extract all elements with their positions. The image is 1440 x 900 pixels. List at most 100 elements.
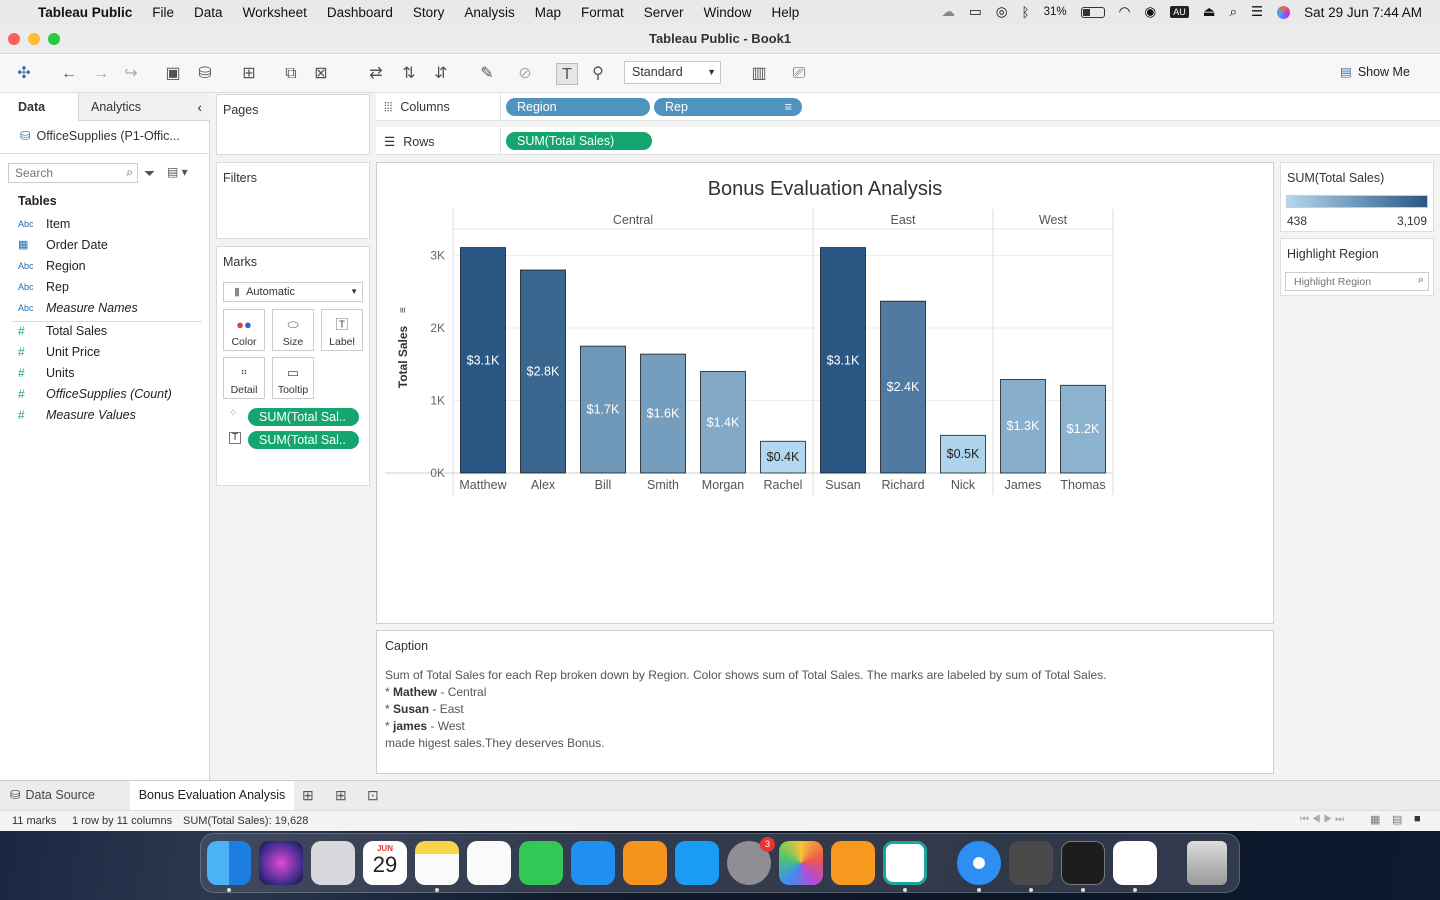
- new-datasource-icon[interactable]: ⛁: [194, 63, 216, 85]
- menu-worksheet[interactable]: Worksheet: [233, 5, 317, 20]
- new-worksheet-icon[interactable]: ⊞: [238, 63, 260, 85]
- control-center-icon[interactable]: ☰: [1251, 4, 1263, 20]
- sort-descending-icon[interactable]: ⇵: [430, 63, 452, 85]
- books-icon[interactable]: [623, 841, 667, 885]
- notes-icon[interactable]: [415, 841, 459, 885]
- spotlight-search-icon[interactable]: ⌕: [1229, 4, 1237, 20]
- menu-window[interactable]: Window: [694, 5, 762, 20]
- highlight-icon[interactable]: ✎: [476, 63, 498, 85]
- sum-total-sales-pill[interactable]: SUM(Total Sales): [506, 132, 652, 150]
- battery-percent[interactable]: 31%: [1044, 6, 1067, 18]
- clear-sheet-icon[interactable]: ⊠: [310, 63, 332, 85]
- vscode-icon[interactable]: [883, 841, 927, 885]
- wifi-icon[interactable]: ◠: [1119, 4, 1131, 20]
- tab-bonus-evaluation[interactable]: Bonus Evaluation Analysis: [130, 781, 294, 810]
- region-pill[interactable]: Region: [506, 98, 650, 116]
- system-settings-icon[interactable]: 3: [727, 837, 775, 885]
- filters-card[interactable]: Filters: [216, 162, 370, 239]
- sublime-text-icon[interactable]: [1009, 841, 1053, 885]
- label-button[interactable]: 🅃 Label: [321, 309, 363, 351]
- mark-type-select[interactable]: ▮ Automatic ▼: [223, 282, 363, 302]
- sort-ascending-icon[interactable]: ⇅: [398, 63, 420, 85]
- field-unit-price[interactable]: # Unit Price: [18, 342, 100, 362]
- sheet-nav-icon[interactable]: ⏮ ◀ ▶ ⏭: [1300, 814, 1344, 825]
- sheet-sorter-icon[interactable]: ▦: [1370, 813, 1380, 826]
- field-measure-names[interactable]: Abc Measure Names: [18, 298, 138, 318]
- save-icon[interactable]: ▣: [162, 63, 184, 85]
- tableau-icon[interactable]: [1113, 841, 1157, 885]
- app-store-icon[interactable]: [675, 841, 719, 885]
- menu-format[interactable]: Format: [571, 5, 634, 20]
- tab-analytics[interactable]: Analytics ‹: [78, 93, 210, 121]
- field-order-date[interactable]: ▦ Order Date: [18, 235, 108, 255]
- field-units[interactable]: # Units: [18, 363, 74, 383]
- launchpad-icon[interactable]: [311, 841, 355, 885]
- undo-icon[interactable]: ←: [58, 63, 80, 85]
- search-box[interactable]: ⌕: [8, 163, 138, 183]
- search-input[interactable]: [9, 164, 117, 182]
- menu-help[interactable]: Help: [762, 5, 810, 20]
- photos-icon[interactable]: [779, 841, 823, 885]
- menu-map[interactable]: Map: [525, 5, 571, 20]
- new-dashboard-icon[interactable]: ⊞: [335, 787, 347, 804]
- highlight-select[interactable]: ⌕: [1285, 272, 1429, 291]
- finder-icon[interactable]: [207, 841, 251, 885]
- color-legend[interactable]: SUM(Total Sales) 438 3,109: [1280, 162, 1434, 232]
- tabs-view-icon[interactable]: ■: [1414, 813, 1421, 825]
- new-worksheet-icon[interactable]: ⊞: [302, 787, 314, 804]
- field-rep[interactable]: Abc Rep: [18, 277, 69, 297]
- group-members-icon[interactable]: ⊘: [514, 63, 536, 85]
- menu-story[interactable]: Story: [403, 5, 455, 20]
- show-me-button[interactable]: ▤ Show Me: [1340, 64, 1410, 79]
- menu-analysis[interactable]: Analysis: [454, 5, 524, 20]
- label-pill[interactable]: SUM(Total Sal..: [248, 431, 359, 449]
- fix-axes-icon[interactable]: ⚲: [587, 63, 609, 85]
- tooltip-button[interactable]: ▭ Tooltip: [272, 357, 314, 399]
- datasource-item[interactable]: ⛁ OfficeSupplies (P1-Offic...: [20, 128, 180, 143]
- reminders-icon[interactable]: [467, 841, 511, 885]
- menu-app-name[interactable]: Tableau Public: [28, 5, 142, 20]
- calendar-icon[interactable]: JUN 29: [363, 841, 407, 885]
- field-total-sales[interactable]: # Total Sales: [18, 321, 107, 341]
- fit-select[interactable]: Standard ▼: [624, 61, 721, 84]
- field-region[interactable]: Abc Region: [18, 256, 86, 276]
- filter-fields-icon[interactable]: ⏷: [144, 165, 155, 182]
- detail-button[interactable]: ⠶ Detail: [223, 357, 265, 399]
- new-story-icon[interactable]: ⊡: [367, 787, 379, 804]
- redo-icon[interactable]: →: [90, 63, 112, 85]
- messages-icon[interactable]: [519, 841, 563, 885]
- keynote-icon[interactable]: [571, 841, 615, 885]
- airdrop-icon[interactable]: ◎: [996, 4, 1008, 20]
- bluetooth-icon[interactable]: ᛒ: [1022, 5, 1030, 20]
- rep-pill[interactable]: Rep ≡: [654, 98, 802, 116]
- replay-icon[interactable]: ↪: [120, 63, 142, 85]
- minimize-window-button[interactable]: [28, 33, 40, 45]
- menu-dashboard[interactable]: Dashboard: [317, 5, 403, 20]
- field-count[interactable]: # OfficeSupplies (Count): [18, 384, 172, 404]
- columns-shelf[interactable]: ⦙⦙⦙ Columns Region Rep ≡: [376, 93, 1440, 121]
- tab-data-source[interactable]: ⛁ Data Source: [0, 781, 130, 810]
- color-pill[interactable]: SUM(Total Sal..: [248, 408, 359, 426]
- bar-chart[interactable]: Bonus Evaluation Analysis 0K 1K 2K 3K Total …: [377, 163, 1273, 623]
- rows-shelf[interactable]: ☰ Rows SUM(Total Sales): [376, 127, 1440, 155]
- safari-icon[interactable]: [957, 841, 1001, 885]
- siri-dock-icon[interactable]: [259, 841, 303, 885]
- eject-icon[interactable]: ⏏: [1203, 4, 1216, 20]
- presentation-mode-icon[interactable]: ⎚: [788, 63, 810, 85]
- screen-mirror-icon[interactable]: ▭: [969, 4, 982, 20]
- show-cards-icon[interactable]: ▥: [748, 63, 770, 85]
- collapse-chevron-icon[interactable]: ‹: [197, 93, 202, 121]
- cloud-icon[interactable]: ☁: [941, 4, 955, 20]
- size-button[interactable]: ⬭ Size: [272, 309, 314, 351]
- pages-icon[interactable]: [831, 841, 875, 885]
- user-icon[interactable]: ◉: [1144, 4, 1156, 20]
- swap-rows-columns-icon[interactable]: ⇄: [365, 63, 387, 85]
- menubar-clock[interactable]: Sat 29 Jun 7:44 AM: [1304, 5, 1422, 20]
- tab-data[interactable]: Data: [0, 93, 78, 121]
- show-mark-labels-icon[interactable]: T: [556, 63, 578, 85]
- viz-canvas[interactable]: Bonus Evaluation Analysis 0K 1K 2K 3K Total …: [376, 162, 1274, 624]
- trash-icon[interactable]: [1187, 841, 1227, 885]
- filmstrip-icon[interactable]: ▤: [1392, 813, 1402, 826]
- zoom-window-button[interactable]: [48, 33, 60, 45]
- menu-server[interactable]: Server: [634, 5, 694, 20]
